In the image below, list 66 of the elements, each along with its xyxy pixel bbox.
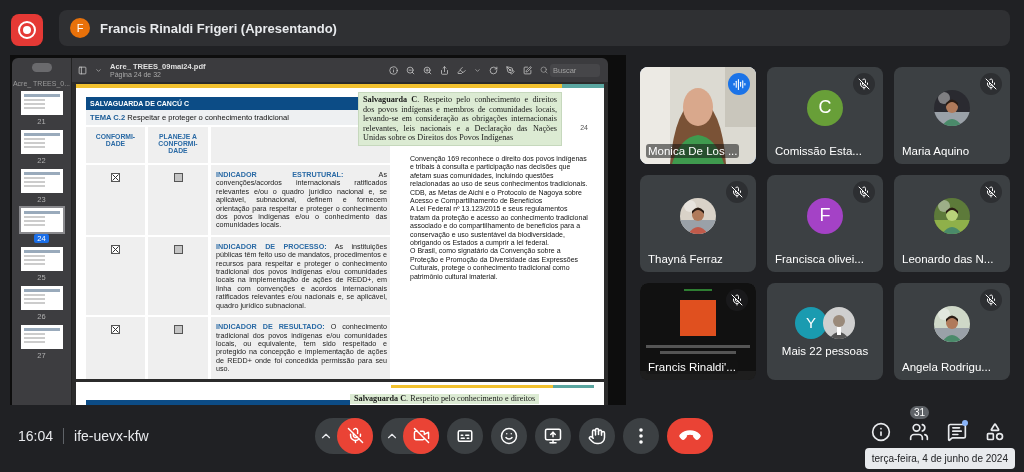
participant-name: Francisca olivei... (774, 252, 865, 266)
more-options-button[interactable] (623, 417, 659, 454)
page-thumbnail[interactable] (20, 169, 63, 193)
page-thumbnail[interactable] (20, 286, 63, 310)
callout-text: Salvaguarda C. Respeito pelo conhecimento e direitos dos povos indígenas e membros de comunidades locais, levando-se em consideração as obrigações internacionais relevantes, leis nacionais e a Declaração das Nações Unidas sobre os Direitos dos Povos Indígenas (358, 92, 562, 146)
caret-icon[interactable] (95, 66, 102, 74)
caret-icon[interactable] (474, 66, 481, 74)
callout-text: Salvaguarda C. Respeito pelo conhecimento e direitos (350, 394, 540, 404)
recording-button[interactable] (11, 14, 43, 46)
present-screen-icon (544, 426, 562, 445)
avatar: F (70, 18, 90, 38)
end-call-button[interactable] (667, 417, 713, 454)
participant-name: Thayná Ferraz (647, 252, 724, 266)
participant-tile[interactable]: Francis Rinaldi'... (640, 283, 756, 380)
date-tooltip: terça-feira, 4 de junho de 2024 (864, 448, 1015, 469)
camera-button[interactable] (403, 417, 439, 454)
present-button[interactable] (535, 417, 571, 454)
zoom-in-icon[interactable] (423, 65, 432, 75)
raise-hand-button[interactable] (579, 417, 615, 454)
highlighter-icon[interactable] (457, 65, 466, 75)
page-thumbnail[interactable] (20, 325, 63, 349)
participant-tile[interactable]: Y Mais 22 pessoas (767, 283, 883, 380)
mic-off-icon (346, 427, 364, 444)
emoji-button[interactable] (491, 417, 527, 454)
sidebar-icon[interactable] (78, 65, 87, 75)
presenter-label: Francis Rinaldi Frigeri (Apresentando) (100, 20, 337, 36)
info-icon[interactable] (389, 65, 398, 75)
participant-name: Francis Rinaldi'... (646, 360, 738, 374)
participant-tile[interactable]: F Francisca olivei... (767, 175, 883, 272)
participant-tile[interactable]: Thayná Ferraz (640, 175, 756, 272)
people-icon (909, 422, 929, 442)
participant-tile[interactable]: Maria Aquino (894, 67, 1010, 164)
smiley-icon (500, 426, 518, 445)
more-icon (639, 427, 643, 444)
page-thumbnail[interactable] (20, 130, 63, 154)
people-count: 31 (910, 406, 930, 419)
microphone-button[interactable] (337, 417, 373, 454)
rotate-icon[interactable] (489, 65, 498, 75)
participant-tile[interactable]: Angela Rodrigu... (894, 283, 1010, 380)
captions-button[interactable] (447, 417, 483, 454)
chat-icon (947, 422, 967, 442)
info-icon (871, 422, 891, 442)
record-icon (17, 20, 37, 40)
participant-name: Comissão Esta... (774, 144, 863, 158)
search-icon[interactable] (540, 66, 548, 74)
zoom-out-icon[interactable] (406, 65, 415, 75)
edit-icon[interactable] (523, 65, 532, 75)
meeting-code: ife-uevx-kfw (74, 427, 149, 444)
participant-name: Angela Rodrigu... (901, 360, 992, 374)
avatar: C (807, 89, 843, 126)
clock: 16:04 (18, 427, 54, 444)
participant-tile[interactable]: Leonardo das N... (894, 175, 1010, 272)
camera-off-icon (412, 427, 430, 444)
hand-icon (588, 426, 606, 445)
page-thumbnail[interactable] (20, 247, 63, 271)
avatar: F (807, 197, 843, 234)
participant-name: Leonardo das N... (901, 252, 995, 266)
shapes-icon (985, 422, 1005, 442)
avatar: Y (795, 306, 827, 339)
page-thumbnail[interactable] (20, 91, 63, 115)
participant-name: Mais 22 pessoas (781, 344, 869, 357)
page-thumbnail[interactable] (20, 208, 63, 232)
pen-icon[interactable] (506, 65, 515, 75)
share-icon[interactable] (440, 65, 449, 75)
participant-tile[interactable]: C Comissão Esta... (767, 67, 883, 164)
participant-name: Maria Aquino (901, 144, 971, 158)
